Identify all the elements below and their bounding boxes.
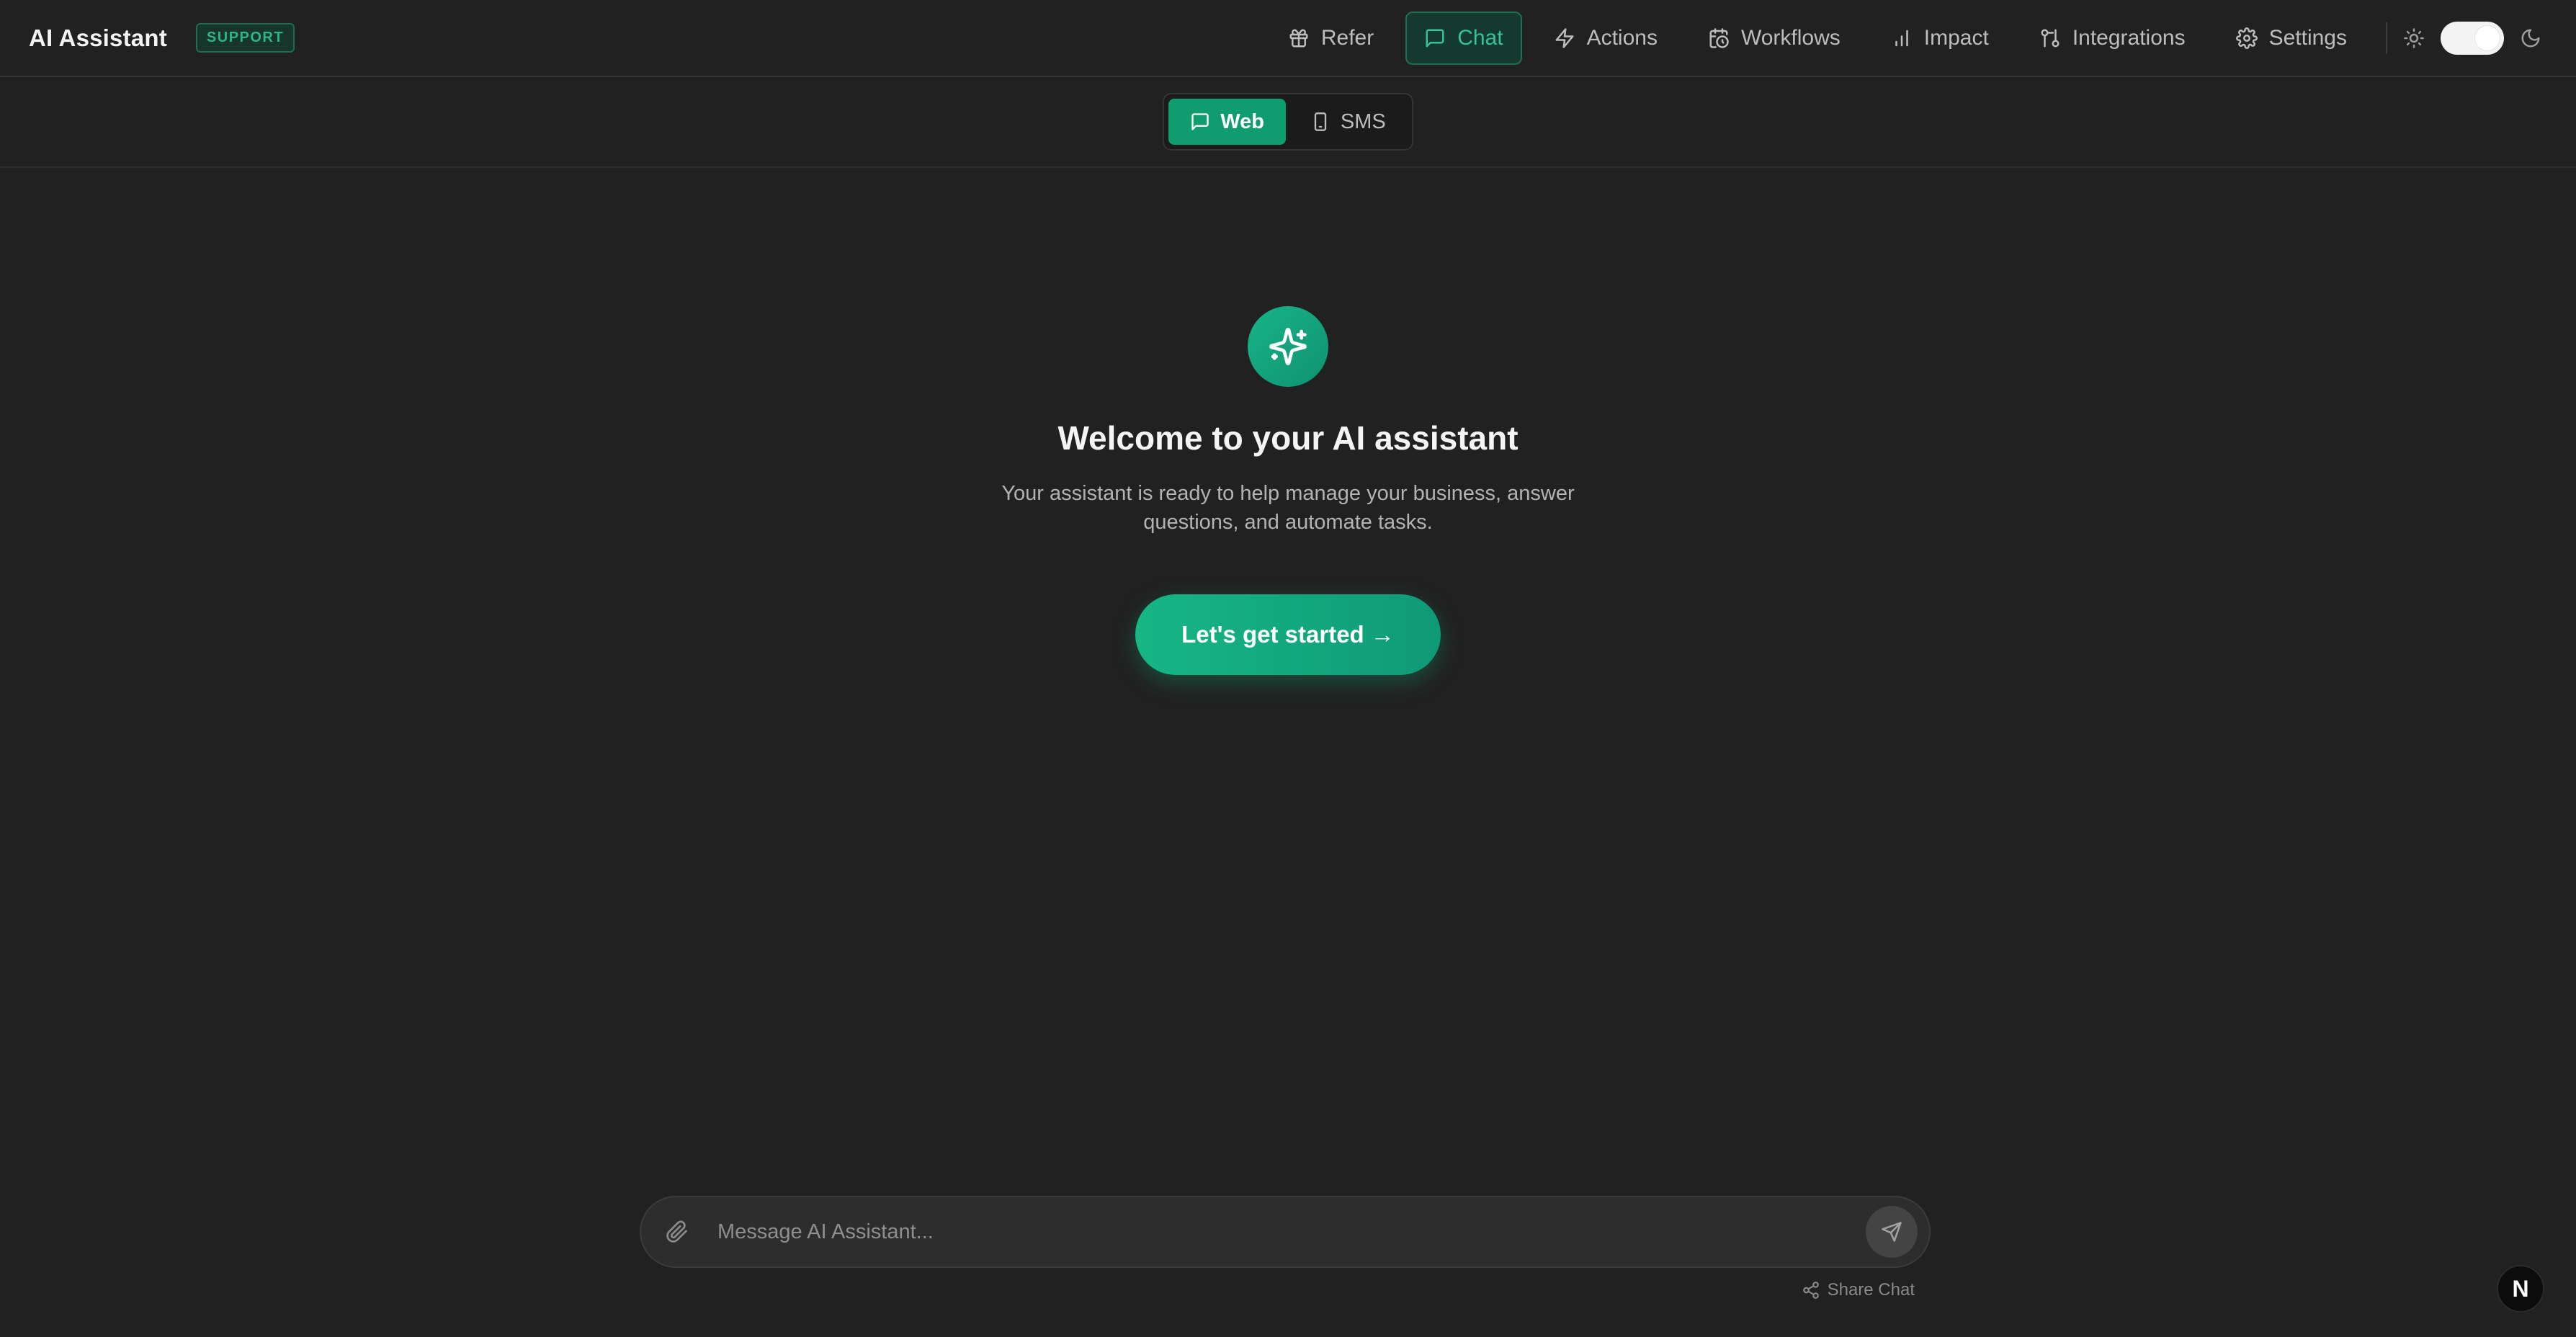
nav-item-settings[interactable]: Settings — [2217, 12, 2366, 65]
main-nav: Refer Chat Actions Workflows Impact Inte… — [1269, 0, 2576, 76]
app-page: AI Assistant SUPPORT Refer Chat Actions … — [0, 0, 2576, 1337]
paperclip-icon[interactable] — [666, 1220, 689, 1243]
welcome-subtitle: Your assistant is ready to help manage y… — [1001, 482, 1575, 534]
top-navbar: AI Assistant SUPPORT Refer Chat Actions … — [0, 0, 2576, 77]
nav-label-settings: Settings — [2268, 25, 2347, 50]
gift-icon — [1289, 29, 1308, 47]
app-title: AI Assistant — [29, 24, 167, 51]
nav-item-integrations[interactable]: Integrations — [2021, 12, 2204, 65]
channel-sms-button[interactable]: SMS — [1289, 99, 1408, 145]
integrations-icon — [2041, 29, 2060, 47]
nav-item-refer[interactable]: Refer — [1269, 12, 1392, 65]
lightning-icon — [1555, 27, 1574, 48]
share-icon — [1802, 1282, 1819, 1299]
nav-label-chat: Chat — [1457, 25, 1503, 50]
share-chat-link[interactable]: Share Chat — [1802, 1278, 1915, 1302]
theme-switcher — [2403, 21, 2541, 55]
nav-item-workflows[interactable]: Workflows — [1689, 12, 1859, 65]
get-started-button[interactable]: Let's get started → — [1135, 594, 1441, 675]
bar-chart-icon — [1895, 30, 1908, 46]
phone-icon — [1314, 112, 1327, 131]
chat-icon — [1426, 29, 1444, 47]
channel-bar: Web SMS — [0, 77, 2576, 168]
message-composer — [640, 1196, 1931, 1268]
nav-label-refer: Refer — [1320, 25, 1374, 50]
channel-switch: Web SMS — [1163, 93, 1413, 151]
message-input[interactable] — [717, 1220, 1866, 1244]
welcome-section: Welcome to your AI assistant Your assist… — [0, 306, 2576, 675]
gear-icon — [2235, 27, 2258, 49]
theme-toggle[interactable] — [2441, 21, 2504, 55]
nav-item-impact[interactable]: Impact — [1872, 12, 2008, 65]
support-badge: SUPPORT — [195, 23, 295, 53]
nav-item-chat[interactable]: Chat — [1405, 11, 1522, 65]
brand: AI Assistant SUPPORT — [29, 0, 295, 76]
nav-label-actions: Actions — [1586, 25, 1658, 50]
nav-divider — [2386, 22, 2387, 54]
send-button[interactable] — [1866, 1206, 1918, 1258]
calendar-clock-icon — [1709, 27, 1729, 48]
sparkles-icon — [1248, 306, 1328, 387]
sun-icon — [2403, 27, 2425, 49]
send-icon — [1882, 1222, 1902, 1242]
channel-web-button[interactable]: Web — [1168, 99, 1286, 145]
dev-tools-badge[interactable]: N — [2497, 1265, 2544, 1313]
moon-icon — [2520, 27, 2541, 49]
nav-label-integrations: Integrations — [2072, 25, 2186, 50]
share-chat-label: Share Chat — [1827, 1280, 1915, 1300]
welcome-title: Welcome to your AI assistant — [1057, 419, 1519, 457]
nav-item-actions[interactable]: Actions — [1535, 12, 1676, 65]
channel-sms-label: SMS — [1340, 109, 1386, 133]
nav-label-impact: Impact — [1923, 25, 1989, 50]
channel-web-label: Web — [1220, 109, 1264, 133]
nav-label-workflows: Workflows — [1740, 25, 1841, 50]
chat-icon — [1191, 113, 1209, 130]
